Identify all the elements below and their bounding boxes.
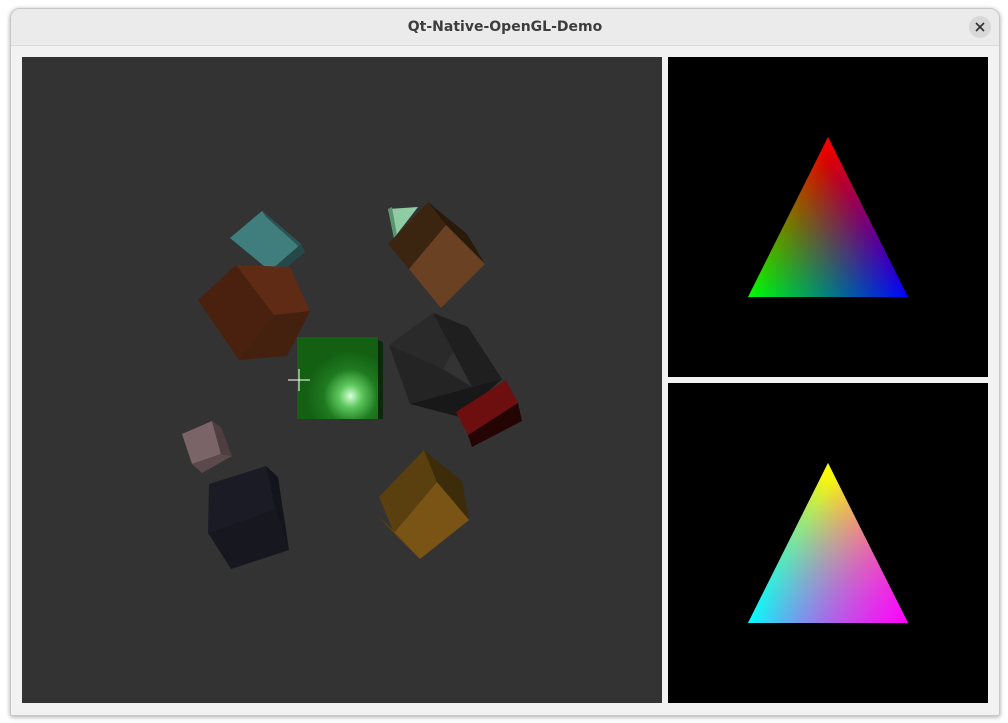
rgb-triangle xyxy=(748,137,908,297)
cmy-triangle xyxy=(748,463,908,623)
cube-orange xyxy=(388,202,485,308)
app-window: Qt-Native-OpenGL-Demo xyxy=(10,8,1000,716)
opengl-triangle-view-bottom[interactable] xyxy=(668,383,988,703)
opengl-cubes-view[interactable] xyxy=(22,57,662,703)
cube-gold xyxy=(377,450,469,559)
window-title: Qt-Native-OpenGL-Demo xyxy=(407,19,603,35)
close-button[interactable] xyxy=(969,16,991,38)
cube-brown xyxy=(198,265,310,360)
cube-navy xyxy=(208,466,289,569)
title-bar[interactable]: Qt-Native-OpenGL-Demo xyxy=(11,9,999,46)
opengl-triangle-view-top[interactable] xyxy=(668,57,988,377)
window-client-area xyxy=(11,46,999,715)
cube-green-lit xyxy=(297,337,383,419)
close-icon xyxy=(975,22,985,32)
cube-mauve xyxy=(182,421,232,473)
